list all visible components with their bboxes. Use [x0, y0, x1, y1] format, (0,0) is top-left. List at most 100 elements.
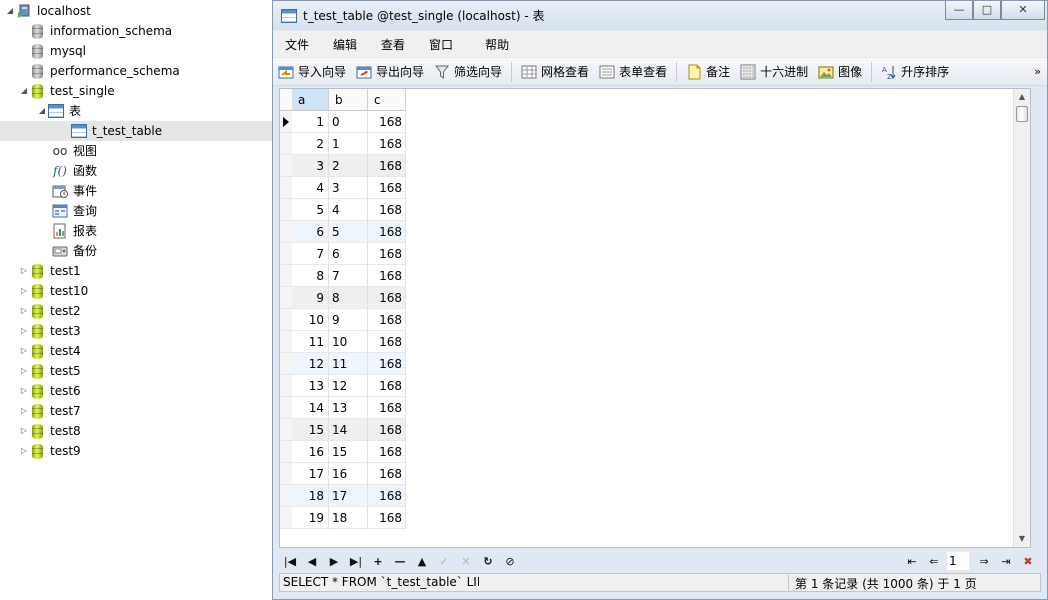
expand-toggle-icon[interactable]: ▷	[18, 441, 30, 461]
table-row[interactable]: 14 13 168	[292, 397, 406, 419]
settings-tools-icon[interactable]: ✖	[1017, 555, 1039, 568]
tree-object-functions[interactable]: f() 函数	[52, 161, 97, 181]
row-indicator[interactable]	[280, 177, 292, 199]
cell-b[interactable]: 3	[329, 177, 368, 199]
tree-db-mysql[interactable]: mysql	[30, 41, 86, 61]
current-row-indicator-icon[interactable]	[280, 111, 292, 133]
cell-c[interactable]: 168	[368, 287, 406, 309]
table-row[interactable]: 16 15 168	[292, 441, 406, 463]
cell-b[interactable]: 14	[329, 419, 368, 441]
table-row[interactable]: 7 6 168	[292, 243, 406, 265]
table-row[interactable]: 4 3 168	[292, 177, 406, 199]
cell-b[interactable]: 11	[329, 353, 368, 375]
tree-db-test1[interactable]: ▷ test1	[18, 261, 81, 281]
cell-a[interactable]: 1	[292, 111, 329, 133]
cell-c[interactable]: 168	[368, 265, 406, 287]
cell-c[interactable]: 168	[368, 463, 406, 485]
cell-a[interactable]: 5	[292, 199, 329, 221]
cell-a[interactable]: 6	[292, 221, 329, 243]
cell-a[interactable]: 18	[292, 485, 329, 507]
cell-c[interactable]: 168	[368, 419, 406, 441]
table-row[interactable]: 9 8 168	[292, 287, 406, 309]
tree-object-reports[interactable]: 报表	[52, 221, 97, 241]
tree-db-test-single[interactable]: ◢ test_single	[18, 81, 115, 101]
cell-a[interactable]: 12	[292, 353, 329, 375]
table-row[interactable]: 2 1 168	[292, 133, 406, 155]
row-indicator[interactable]	[280, 419, 292, 441]
expand-toggle-icon[interactable]: ▷	[18, 341, 30, 361]
page-number-input[interactable]	[947, 552, 969, 570]
menu-help[interactable]: 帮助	[473, 36, 521, 53]
cell-b[interactable]: 10	[329, 331, 368, 353]
row-indicator[interactable]	[280, 155, 292, 177]
row-indicator[interactable]	[280, 309, 292, 331]
cell-b[interactable]: 0	[329, 111, 368, 133]
cell-c[interactable]: 168	[368, 243, 406, 265]
expand-toggle-icon[interactable]: ▷	[18, 361, 30, 381]
stop-button[interactable]: ⊘	[499, 555, 521, 568]
row-indicator[interactable]	[280, 331, 292, 353]
data-grid[interactable]: a b c 1 0 168 2 1 168 3 2 168 4 3 168 5 4 168 6 5 168 7 6 16…	[279, 88, 1031, 548]
tree-db-performance-schema[interactable]: performance_schema	[30, 61, 180, 81]
hex-button[interactable]: 十六进制	[735, 60, 813, 84]
delete-record-button[interactable]: —	[389, 555, 411, 568]
cell-c[interactable]: 168	[368, 485, 406, 507]
next-page-button[interactable]: ⇒	[973, 555, 995, 568]
row-indicator[interactable]	[280, 243, 292, 265]
tree-db-test3[interactable]: ▷ test3	[18, 321, 81, 341]
grid-view-button[interactable]: 网格查看	[516, 60, 594, 84]
first-record-button[interactable]: |◀	[279, 555, 301, 568]
maximize-button[interactable]: □	[973, 1, 1001, 20]
scroll-up-arrow-icon[interactable]: ▲	[1014, 89, 1030, 105]
minimize-button[interactable]: —	[945, 1, 973, 20]
table-row[interactable]: 18 17 168	[292, 485, 406, 507]
cell-b[interactable]: 8	[329, 287, 368, 309]
form-view-button[interactable]: 表单查看	[594, 60, 672, 84]
tree-db-test2[interactable]: ▷ test2	[18, 301, 81, 321]
expand-toggle-icon[interactable]: ▷	[18, 281, 30, 301]
apply-changes-button[interactable]: ✓	[433, 555, 455, 568]
tree-db-test7[interactable]: ▷ test7	[18, 401, 81, 421]
cell-c[interactable]: 168	[368, 309, 406, 331]
tree-db-test8[interactable]: ▷ test8	[18, 421, 81, 441]
cell-a[interactable]: 15	[292, 419, 329, 441]
row-indicator[interactable]	[280, 485, 292, 507]
row-indicator[interactable]	[280, 353, 292, 375]
import-wizard-button[interactable]: 导入向导	[273, 60, 351, 84]
expand-toggle-icon[interactable]: ▷	[18, 381, 30, 401]
cell-b[interactable]: 9	[329, 309, 368, 331]
cell-a[interactable]: 10	[292, 309, 329, 331]
tree-object-backups[interactable]: 备份	[52, 241, 97, 261]
expand-toggle-icon[interactable]: ▷	[18, 301, 30, 321]
tree-db-test5[interactable]: ▷ test5	[18, 361, 81, 381]
cell-b[interactable]: 6	[329, 243, 368, 265]
first-page-button[interactable]: ⇤	[901, 555, 923, 568]
filter-wizard-button[interactable]: 筛选向导	[429, 60, 507, 84]
table-row[interactable]: 17 16 168	[292, 463, 406, 485]
scroll-down-arrow-icon[interactable]: ▼	[1014, 531, 1030, 547]
tree-db-test9[interactable]: ▷ test9	[18, 441, 81, 461]
toolbar-overflow-button[interactable]: »	[1034, 65, 1041, 78]
cell-a[interactable]: 8	[292, 265, 329, 287]
cell-a[interactable]: 16	[292, 441, 329, 463]
tree-object-views[interactable]: oo 视图	[52, 141, 97, 161]
cell-a[interactable]: 4	[292, 177, 329, 199]
menu-view[interactable]: 查看	[369, 36, 417, 53]
table-row[interactable]: 10 9 168	[292, 309, 406, 331]
row-indicator[interactable]	[280, 221, 292, 243]
cell-a[interactable]: 9	[292, 287, 329, 309]
vertical-scrollbar[interactable]: ▲ ▼	[1013, 89, 1030, 547]
tree-folder-tables[interactable]: ◢ 表	[36, 101, 81, 121]
previous-page-button[interactable]: ⇐	[923, 555, 945, 568]
next-record-button[interactable]: ▶	[323, 555, 345, 568]
tree-table-t-test-table[interactable]: t_test_table	[0, 121, 272, 141]
expand-toggle-icon[interactable]: ▷	[18, 421, 30, 441]
cell-a[interactable]: 7	[292, 243, 329, 265]
window-titlebar[interactable]: t_test_table @test_single (localhost) - …	[273, 1, 1047, 30]
cell-b[interactable]: 18	[329, 507, 368, 529]
image-button[interactable]: 图像	[813, 60, 867, 84]
cell-b[interactable]: 1	[329, 133, 368, 155]
table-row[interactable]: 15 14 168	[292, 419, 406, 441]
cell-b[interactable]: 17	[329, 485, 368, 507]
previous-record-button[interactable]: ◀	[301, 555, 323, 568]
